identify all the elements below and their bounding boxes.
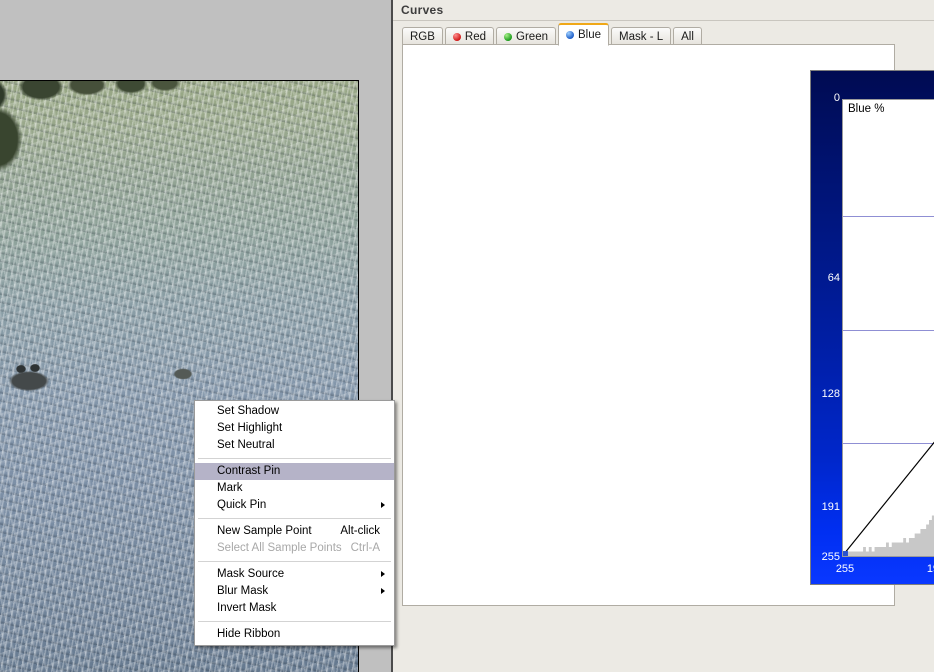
menu-item-label: Mask Source — [217, 568, 285, 580]
menu-item-label: Select All Sample Points — [217, 542, 342, 554]
green-channel-dot-icon — [504, 33, 513, 41]
channel-tab-bar[interactable]: RGB Red Green Blue Mask - L All — [402, 23, 702, 46]
context-menu[interactable]: Set Shadow Set Highlight Set Neutral Contra… — [194, 400, 395, 646]
tone-curve-plot[interactable] — [843, 100, 934, 556]
menu-item-mark[interactable]: Mark — [195, 480, 394, 497]
plot-channel-label: Blue % — [848, 103, 885, 115]
menu-item-label: Invert Mask — [217, 602, 277, 614]
menu-item-shortcut: Alt-click — [340, 525, 380, 537]
menu-item-blur-mask[interactable]: Blur Mask — [195, 583, 394, 600]
menu-separator — [198, 458, 391, 459]
plot-area[interactable]: Blue % — [842, 99, 934, 557]
tab-label: Red — [464, 31, 487, 43]
y-tick-191: 191 — [821, 501, 840, 513]
curve-handle-shadow[interactable] — [843, 551, 848, 556]
tab-label: Green — [516, 31, 548, 43]
submenu-arrow-icon — [381, 588, 385, 594]
tab-label: RGB — [410, 31, 435, 43]
x-tick-191: 191 — [926, 563, 934, 575]
menu-item-set-highlight[interactable]: Set Highlight — [195, 420, 394, 437]
menu-item-contrast-pin[interactable]: Contrast Pin — [195, 463, 394, 480]
submenu-arrow-icon — [381, 571, 385, 577]
x-tick-255: 255 — [835, 563, 855, 575]
tab-blue[interactable]: Blue — [558, 23, 610, 46]
title-divider — [393, 20, 934, 21]
menu-item-label: Blur Mask — [217, 585, 269, 597]
y-tick-64: 64 — [827, 272, 840, 284]
submenu-arrow-icon — [381, 502, 385, 508]
curves-chart[interactable]: 0 64 128 191 255 255 191 128 64 0 Blue % — [810, 70, 934, 585]
menu-item-set-neutral[interactable]: Set Neutral — [195, 437, 394, 454]
menu-item-label: Hide Ribbon — [217, 628, 281, 640]
menu-item-shortcut: Ctrl-A — [350, 542, 380, 554]
menu-item-label: Quick Pin — [217, 499, 267, 511]
red-channel-dot-icon — [452, 33, 461, 41]
menu-item-label: Set Shadow — [217, 405, 280, 417]
y-tick-0: 0 — [833, 92, 840, 104]
blue-channel-dot-icon — [566, 31, 574, 39]
menu-separator — [198, 621, 391, 622]
menu-separator — [198, 561, 391, 562]
menu-item-select-all-sample-points: Select All Sample Points Ctrl-A — [195, 540, 394, 557]
menu-item-label: Contrast Pin — [217, 465, 281, 477]
tab-label: All — [681, 31, 694, 43]
y-tick-128: 128 — [821, 388, 840, 400]
panel-title: Curves — [401, 3, 444, 17]
menu-item-label: Set Highlight — [217, 422, 283, 434]
menu-item-label: Mark — [217, 482, 243, 494]
menu-item-label: Set Neutral — [217, 439, 275, 451]
menu-item-mask-source[interactable]: Mask Source — [195, 566, 394, 583]
tab-label: Blue — [578, 29, 602, 41]
menu-item-quick-pin[interactable]: Quick Pin — [195, 497, 394, 514]
y-tick-255: 255 — [821, 551, 840, 563]
curve-line[interactable] — [843, 102, 934, 555]
menu-item-new-sample-point[interactable]: New Sample Point Alt-click — [195, 523, 394, 540]
menu-item-label: New Sample Point — [217, 525, 312, 537]
menu-item-hide-ribbon[interactable]: Hide Ribbon — [195, 626, 394, 643]
menu-item-invert-mask[interactable]: Invert Mask — [195, 600, 394, 617]
curves-panel: Curves RGB Red Green Blue Mask - L All 0 64 1… — [391, 0, 934, 672]
tab-label: Mask - L — [619, 31, 664, 43]
menu-separator — [198, 518, 391, 519]
menu-item-set-shadow[interactable]: Set Shadow — [195, 403, 394, 420]
